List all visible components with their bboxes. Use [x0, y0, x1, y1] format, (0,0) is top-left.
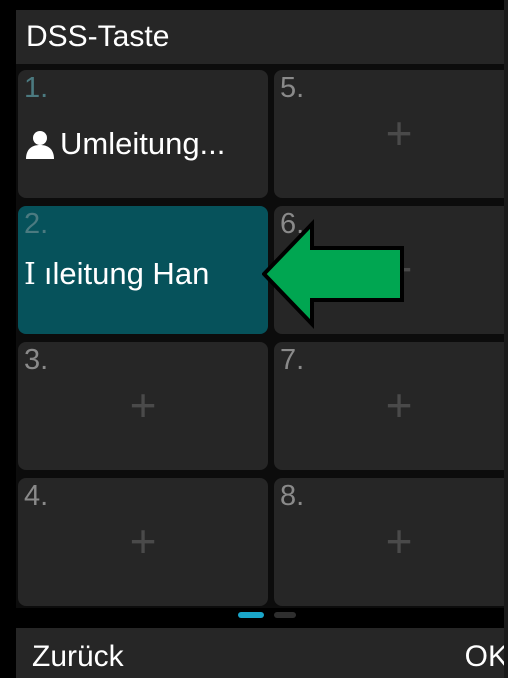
- add-icon: +: [129, 515, 157, 567]
- person-icon: [26, 131, 54, 159]
- add-icon: +: [385, 515, 413, 567]
- add-icon: +: [385, 379, 413, 431]
- dss-key-5[interactable]: 5. +: [274, 70, 508, 198]
- back-softkey[interactable]: Zurück: [32, 640, 124, 674]
- key-number: 3.: [24, 344, 49, 376]
- screen: DSS-Taste 1. Umleitung... 2. I ıleitung …: [0, 0, 508, 678]
- key-number: 7.: [280, 344, 305, 376]
- key-number: 2.: [24, 208, 49, 240]
- pointer-arrow-icon: [262, 219, 404, 329]
- dss-key-1[interactable]: 1. Umleitung...: [18, 70, 268, 198]
- dss-key-2[interactable]: 2. I ıleitung Han: [18, 206, 268, 334]
- add-icon: +: [385, 107, 413, 159]
- key-label-input[interactable]: ıleitung Han: [44, 256, 209, 292]
- dss-key-3[interactable]: 3. +: [18, 342, 268, 470]
- title-bar: DSS-Taste: [16, 10, 504, 64]
- dss-key-8[interactable]: 8. +: [274, 478, 508, 606]
- dss-key-7[interactable]: 7. +: [274, 342, 508, 470]
- key-number: 4.: [24, 480, 49, 512]
- key-label-row: Umleitung...: [24, 126, 225, 162]
- text-cursor-icon: I: [24, 256, 36, 292]
- page-title: DSS-Taste: [26, 20, 170, 53]
- key-number: 1.: [24, 72, 49, 104]
- key-number: 5.: [280, 72, 305, 104]
- add-icon: +: [129, 379, 157, 431]
- ok-softkey[interactable]: OK: [465, 640, 508, 674]
- key-number: 8.: [280, 480, 305, 512]
- dss-key-4[interactable]: 4. +: [18, 478, 268, 606]
- page-dot-active: [238, 612, 264, 618]
- page-dot-inactive: [274, 612, 296, 618]
- softkey-bar: Zurück OK: [16, 628, 508, 678]
- page-indicator: [238, 612, 296, 618]
- key-label: Umleitung...: [60, 126, 226, 161]
- screen-edge: [504, 0, 508, 678]
- key-label-row: I ıleitung Han: [24, 256, 209, 292]
